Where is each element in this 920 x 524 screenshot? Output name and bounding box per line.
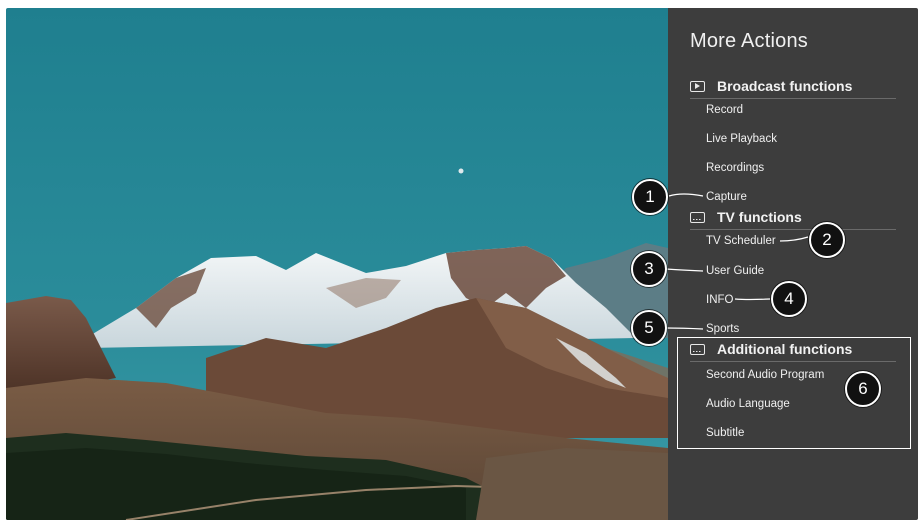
menu-item-user-guide[interactable]: User Guide xyxy=(706,262,764,280)
callout-5: 5 xyxy=(631,310,667,346)
menu-item-sports[interactable]: Sports xyxy=(706,320,739,338)
menu-item-capture[interactable]: Capture xyxy=(706,188,747,206)
panel-title: More Actions xyxy=(690,30,809,52)
menu-item-recordings[interactable]: Recordings xyxy=(706,159,764,177)
broadcast-icon xyxy=(690,80,705,92)
callout-2: 2 xyxy=(809,222,845,258)
menu-item-live-playback[interactable]: Live Playback xyxy=(706,130,777,148)
callout-3: 3 xyxy=(631,251,667,287)
menu-item-tv-scheduler[interactable]: TV Scheduler xyxy=(706,232,776,250)
section-tv-functions: TV functions xyxy=(690,205,896,230)
callout-4: 4 xyxy=(771,281,807,317)
section-broadcast-functions: Broadcast functions xyxy=(690,74,896,99)
callout-1: 1 xyxy=(632,179,668,215)
section-label: Broadcast functions xyxy=(717,78,853,94)
tv-icon xyxy=(690,211,705,223)
menu-item-record[interactable]: Record xyxy=(706,101,743,119)
background-mountain-image xyxy=(6,8,668,520)
callout-6: 6 xyxy=(845,371,881,407)
section-label: TV functions xyxy=(717,209,802,225)
menu-item-info[interactable]: INFO xyxy=(706,291,733,309)
